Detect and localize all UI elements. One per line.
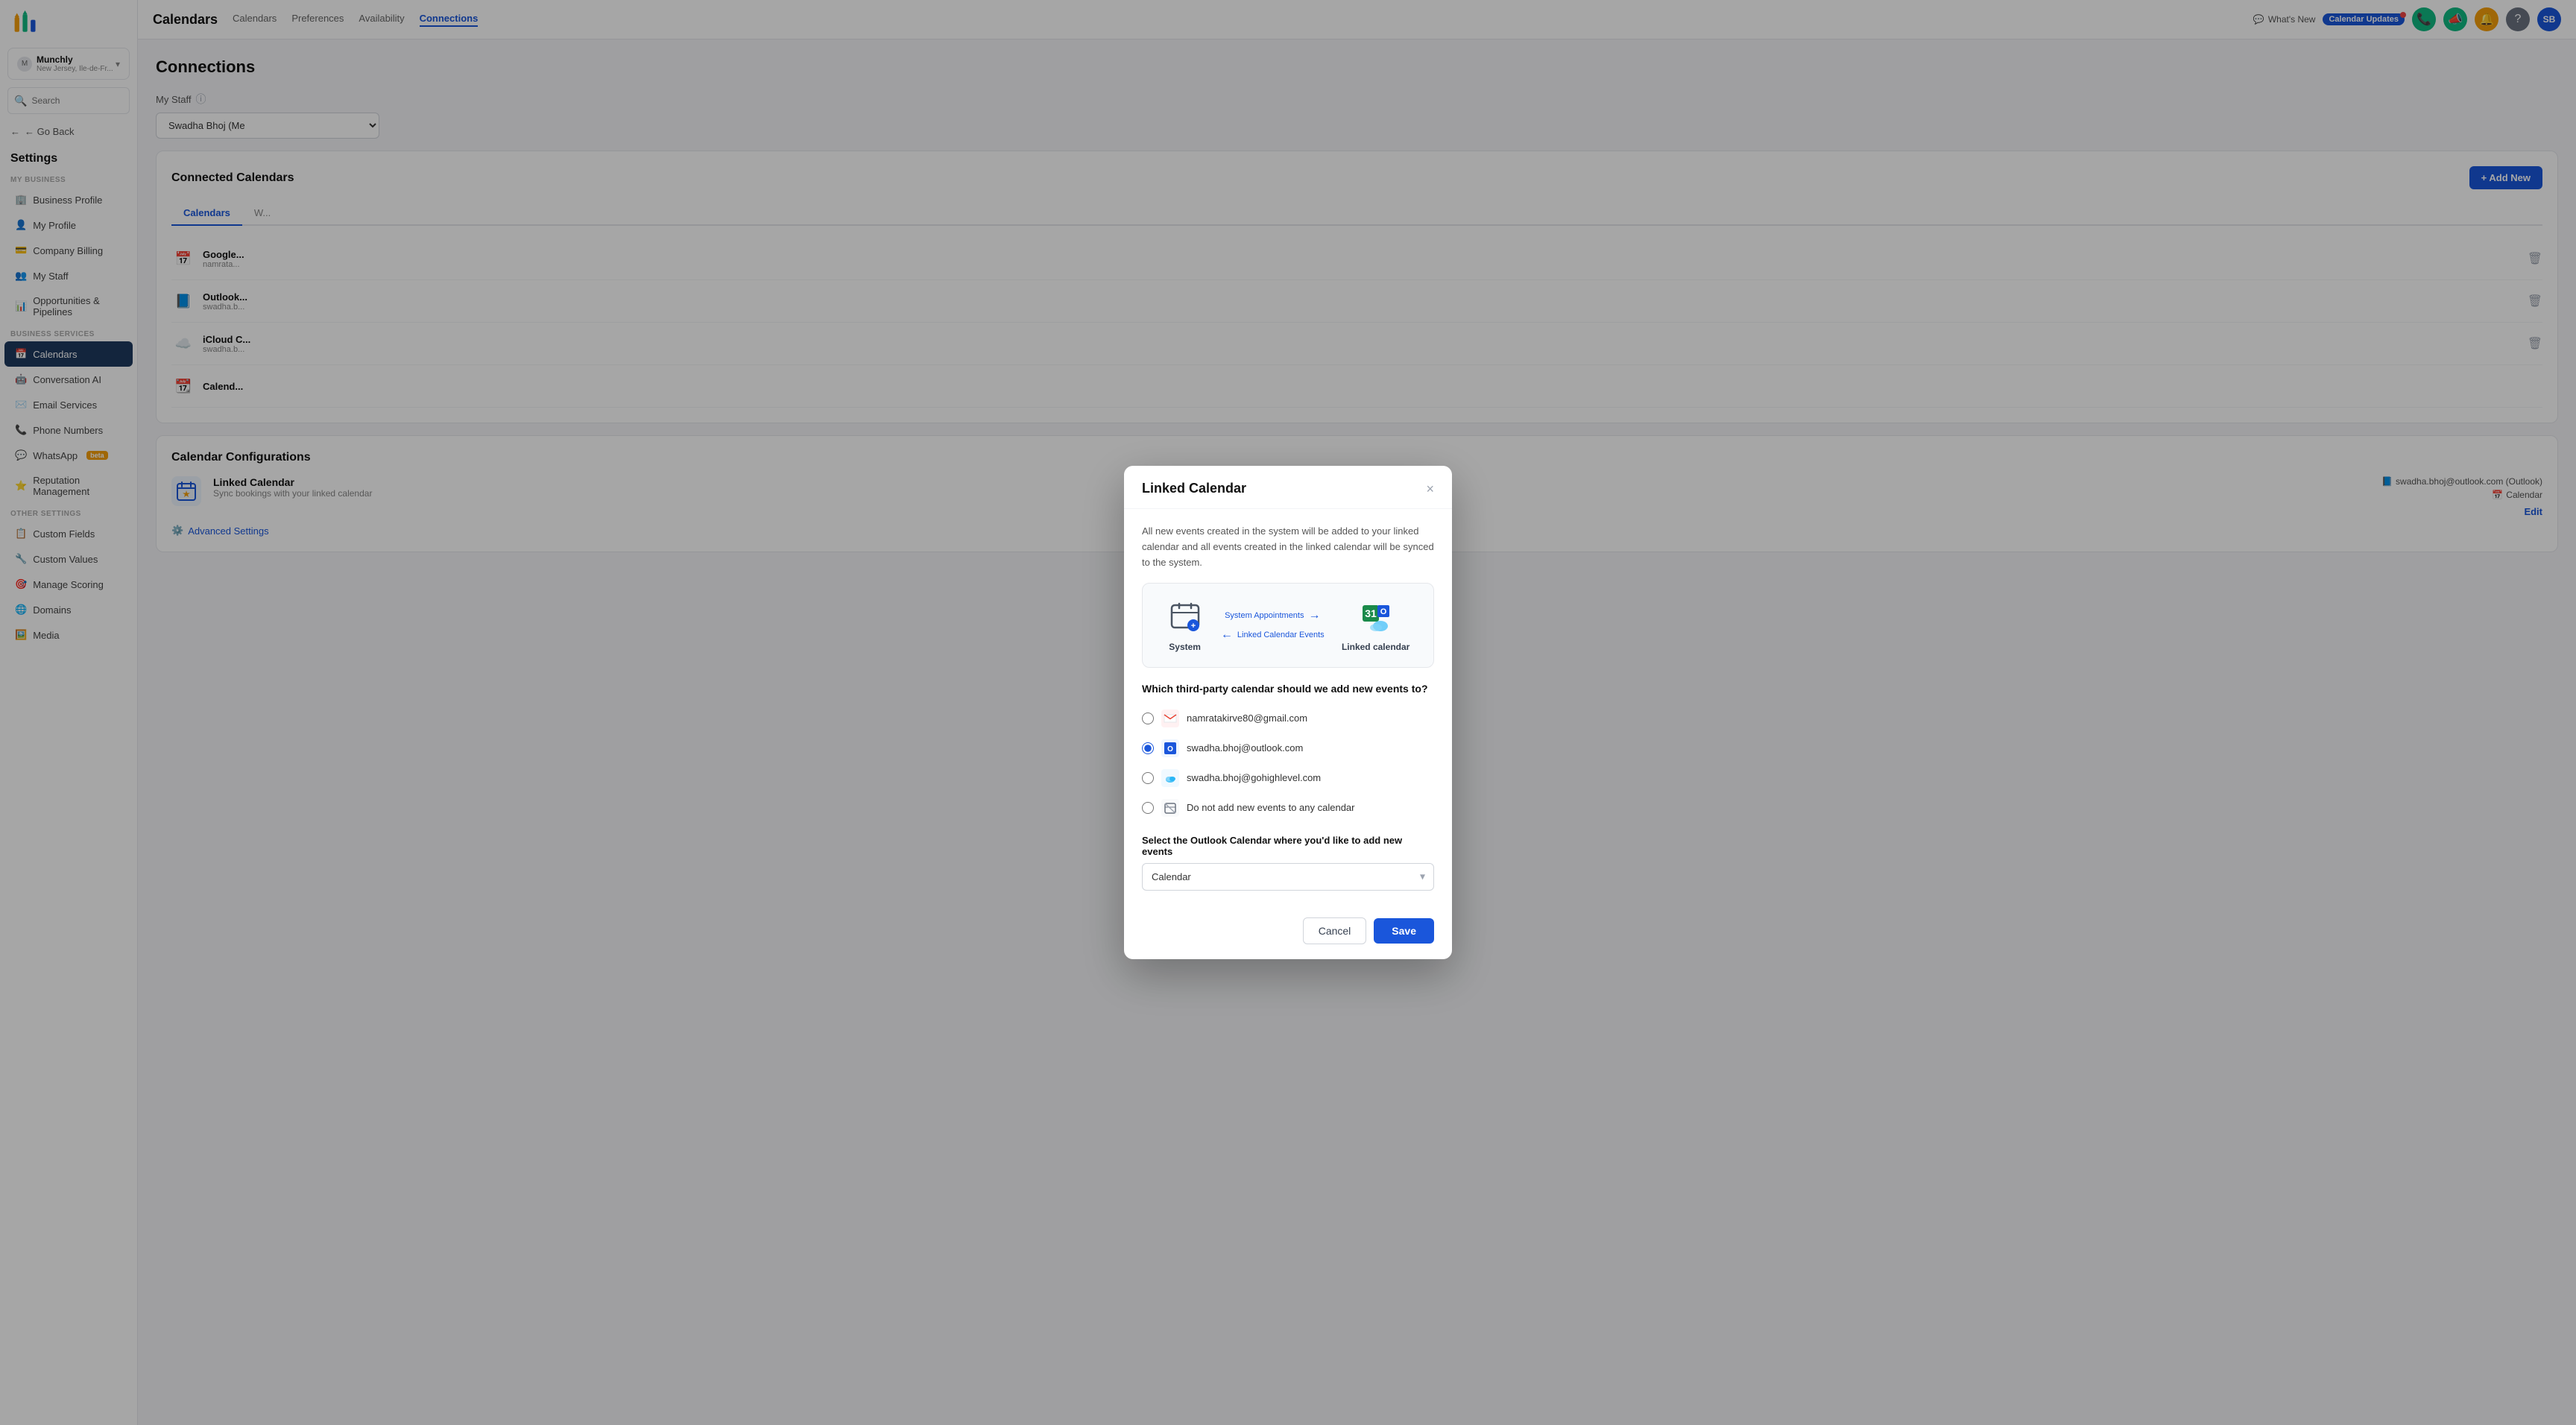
radio-outlook-input[interactable] [1142, 742, 1154, 754]
arrow-left-row: ← Linked Calendar Events [1221, 628, 1325, 642]
gmail-label: namratakirve80@gmail.com [1187, 712, 1307, 724]
modal-title: Linked Calendar [1142, 481, 1246, 496]
radio-ghl-input[interactable] [1142, 772, 1154, 784]
calendar-select-wrapper: Calendar ▾ [1142, 863, 1434, 891]
gmail-icon [1161, 710, 1179, 727]
diagram-linked-calendar: 31 O Linked calendar [1342, 598, 1409, 652]
modal-overlay[interactable]: Linked Calendar × All new events created… [0, 0, 2576, 1425]
cancel-button[interactable]: Cancel [1303, 917, 1367, 944]
modal-description: All new events created in the system wil… [1142, 524, 1434, 570]
which-calendar-label: Which third-party calendar should we add… [1142, 683, 1434, 695]
calendar-select[interactable]: Calendar [1142, 863, 1434, 891]
system-label: System [1169, 642, 1201, 652]
svg-text:O: O [1380, 607, 1386, 616]
radio-none-input[interactable] [1142, 802, 1154, 814]
diagram-arrows: System Appointments → ← Linked Calendar … [1221, 609, 1325, 642]
save-button[interactable]: Save [1374, 918, 1434, 944]
radio-gmail[interactable]: namratakirve80@gmail.com [1142, 704, 1434, 733]
radio-gohighlevel[interactable]: swadha.bhoj@gohighlevel.com [1142, 763, 1434, 793]
sync-diagram: + System System Appointments → ← Linked … [1142, 583, 1434, 668]
linked-calendar-modal: Linked Calendar × All new events created… [1124, 466, 1452, 958]
ghl-cloud-icon [1161, 769, 1179, 787]
ghl-label: swadha.bhoj@gohighlevel.com [1187, 772, 1321, 783]
system-icon: + [1167, 598, 1204, 636]
modal-close-button[interactable]: × [1426, 482, 1434, 496]
no-calendar-icon [1161, 799, 1179, 817]
select-calendar-label: Select the Outlook Calendar where you'd … [1142, 835, 1434, 857]
linked-calendar-events-label: Linked Calendar Events [1237, 631, 1325, 639]
right-arrow-icon: → [1308, 609, 1320, 622]
left-arrow-icon: ← [1221, 628, 1233, 642]
modal-footer: Cancel Save [1124, 906, 1452, 959]
radio-none[interactable]: Do not add new events to any calendar [1142, 793, 1434, 823]
linked-calendar-label: Linked calendar [1342, 642, 1409, 652]
system-appointments-label: System Appointments [1225, 611, 1304, 620]
svg-text:31: 31 [1365, 607, 1377, 619]
outlook-icon: O [1161, 739, 1179, 757]
arrow-right-row: System Appointments → [1225, 609, 1320, 622]
diagram-system: + System [1167, 598, 1204, 652]
linked-calendar-icon: 31 O [1357, 598, 1395, 636]
svg-text:+: + [1190, 622, 1195, 631]
radio-outlook[interactable]: O swadha.bhoj@outlook.com [1142, 733, 1434, 763]
outlook-label: swadha.bhoj@outlook.com [1187, 742, 1303, 753]
modal-header: Linked Calendar × [1124, 466, 1452, 509]
radio-gmail-input[interactable] [1142, 712, 1154, 724]
svg-text:O: O [1167, 745, 1173, 753]
modal-body: All new events created in the system wil… [1124, 509, 1452, 905]
none-label: Do not add new events to any calendar [1187, 802, 1354, 813]
